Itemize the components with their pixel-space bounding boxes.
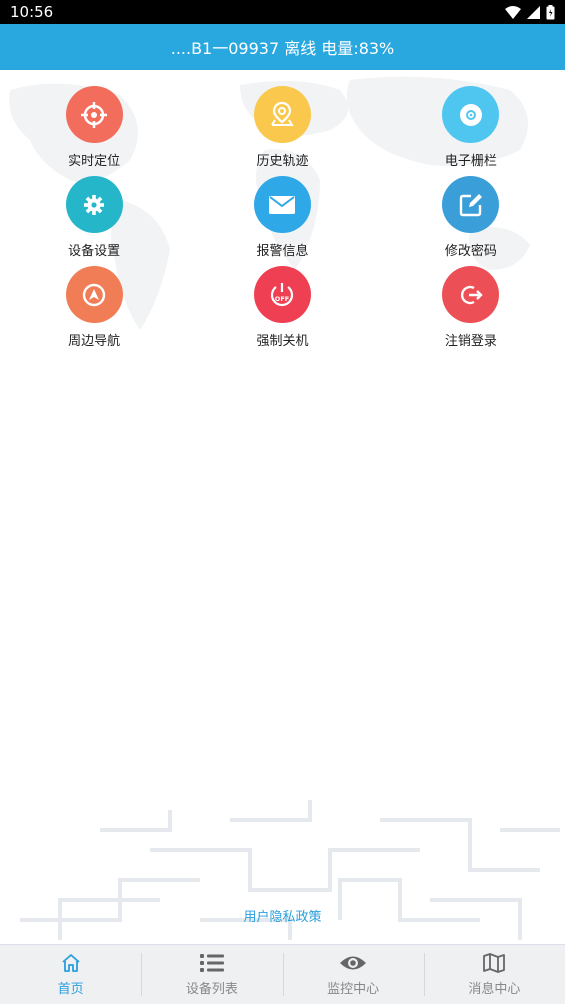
svg-text:OFF: OFF [275,295,289,303]
edit-icon [442,176,500,233]
header-bar: ....B1一09937 离线 电量:83% [0,24,565,70]
menu-label: 设备设置 [68,244,121,259]
home-icon [62,954,80,972]
menu-logout[interactable]: 注销登录 [377,266,565,356]
signal-icon [527,5,540,19]
list-icon [199,954,224,972]
menu-change-password[interactable]: 修改密码 [377,176,565,266]
menu-geofence[interactable]: 电子栅栏 [377,86,565,176]
feature-grid: 实时定位 历史轨迹 电子栅栏 设备设置 报警信息 修改密码 周边导航 OFF 强… [0,86,565,356]
eye-icon [340,956,367,970]
navigation-icon [65,266,123,323]
disc-icon [442,86,500,143]
menu-history-track[interactable]: 历史轨迹 [188,86,376,176]
location-pin-icon [253,86,311,143]
menu-label: 实时定位 [68,154,121,169]
menu-row: 实时定位 历史轨迹 电子栅栏 [0,86,565,176]
menu-label: 报警信息 [256,244,309,259]
tab-label: 首页 [57,982,84,997]
map-icon [483,953,506,973]
status-time: 10:56 [10,3,54,21]
menu-label: 修改密码 [444,244,497,259]
crosshair-icon [65,86,123,143]
tab-monitor-center[interactable]: 监控中心 [282,945,424,1004]
menu-label: 周边导航 [68,334,121,349]
bottom-tab-bar: 首页 设备列表 监控中心 消息中心 [0,944,565,1004]
tab-home[interactable]: 首页 [0,945,141,1004]
privacy-policy-link[interactable]: 用户隐私政策 [0,906,565,925]
tab-label: 消息中心 [468,982,521,997]
wifi-icon [505,5,521,19]
envelope-icon [253,176,311,233]
tab-device-list[interactable]: 设备列表 [141,945,282,1004]
menu-label: 历史轨迹 [256,154,309,169]
menu-label: 注销登录 [444,334,497,349]
device-status-title: ....B1一09937 离线 电量:83% [170,39,395,58]
status-bar: 10:56 [0,0,565,24]
gear-icon [65,176,123,233]
tab-label: 监控中心 [327,982,380,997]
menu-device-settings[interactable]: 设备设置 [0,176,188,266]
menu-force-shutdown[interactable]: OFF 强制关机 [188,266,376,356]
power-off-icon: OFF [253,266,311,323]
tab-message-center[interactable]: 消息中心 [423,945,565,1004]
tab-label: 设备列表 [185,982,238,997]
menu-nearby-navigation[interactable]: 周边导航 [0,266,188,356]
menu-label: 强制关机 [256,334,309,349]
logout-icon [442,266,500,323]
battery-icon [546,4,555,19]
menu-alarm-info[interactable]: 报警信息 [188,176,376,266]
menu-label: 电子栅栏 [444,154,497,169]
menu-row: 周边导航 OFF 强制关机 注销登录 [0,266,565,356]
status-icons [505,4,555,20]
menu-row: 设备设置 报警信息 修改密码 [0,176,565,266]
menu-realtime-location[interactable]: 实时定位 [0,86,188,176]
